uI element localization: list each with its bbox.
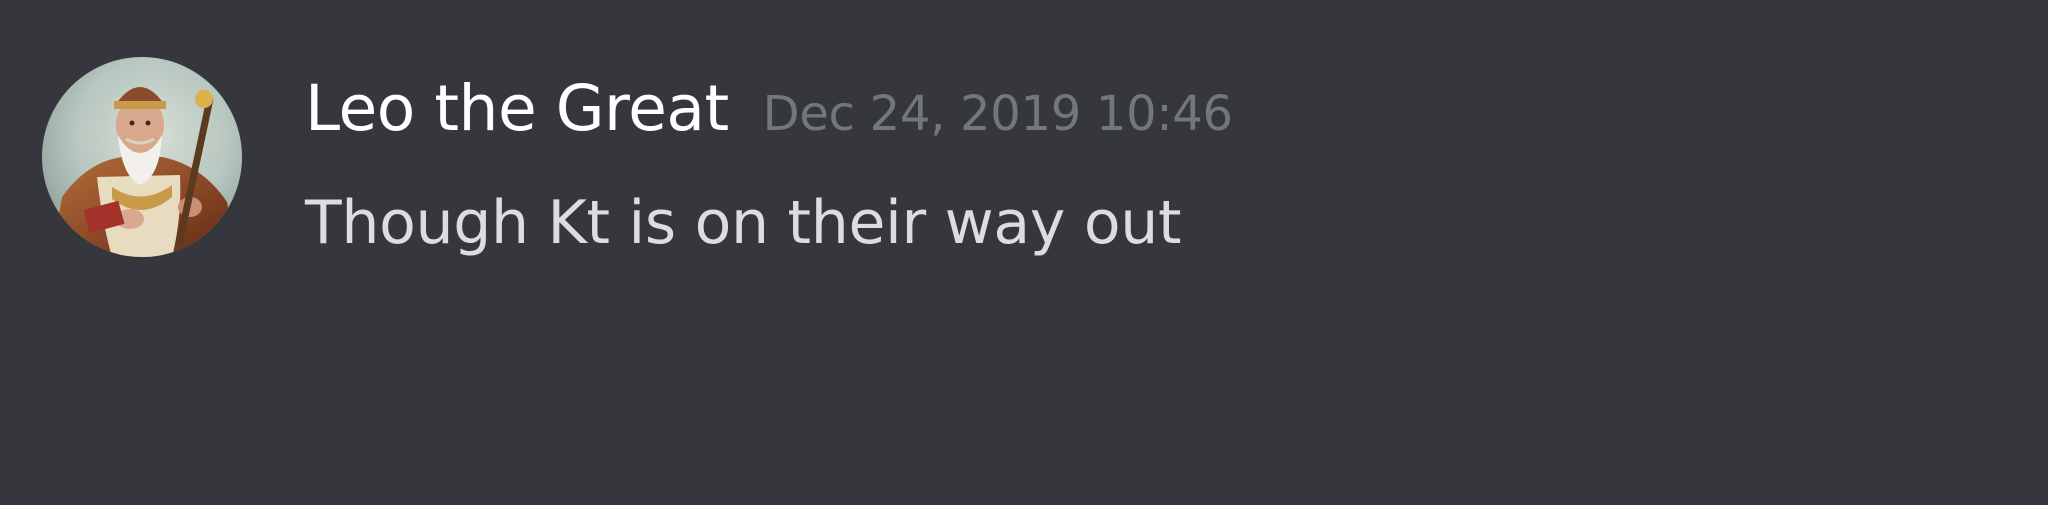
user-avatar[interactable] bbox=[42, 57, 242, 257]
pope-portrait-icon bbox=[42, 57, 242, 257]
message-content: Though Kt is on their way out bbox=[305, 188, 1182, 258]
username[interactable]: Leo the Great bbox=[305, 72, 729, 145]
message-header: Leo the Great Dec 24, 2019 10:46 bbox=[305, 72, 1233, 162]
message-timestamp[interactable]: Dec 24, 2019 10:46 bbox=[763, 86, 1233, 142]
chat-message: Leo the Great Dec 24, 2019 10:46 Though … bbox=[0, 0, 2048, 505]
